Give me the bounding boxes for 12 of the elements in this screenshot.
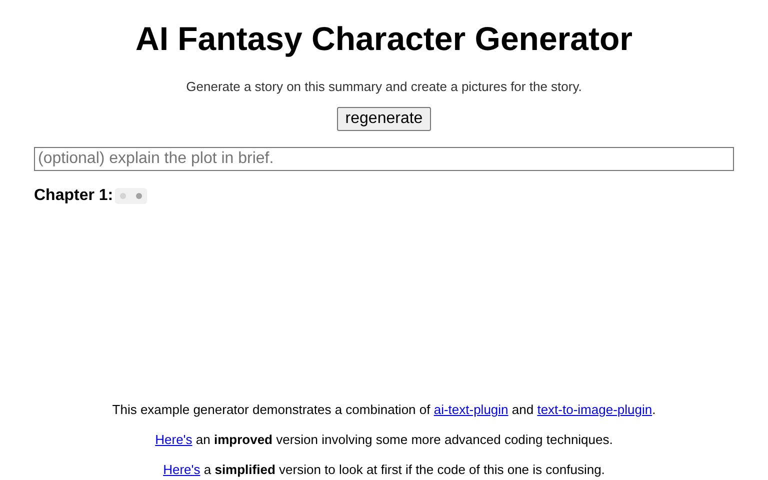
plot-input-field[interactable]: (optional) explain the plot in brief. bbox=[34, 147, 734, 171]
footer-link[interactable]: ai-text-plugin bbox=[434, 402, 508, 417]
chapter-heading: Chapter 1: bbox=[34, 186, 114, 206]
footer-link[interactable]: text-to-image-plugin bbox=[537, 402, 652, 417]
footer-note: This example generator demonstrates a combination of ai-text-plugin and text-to-image-plugin. bbox=[112, 402, 656, 418]
regenerate-button[interactable]: regenerate bbox=[337, 107, 431, 131]
page-title: AI Fantasy Character Generator bbox=[135, 19, 632, 59]
footer-note: Here's an improved version involving some more advanced coding techniques. bbox=[155, 432, 613, 448]
footer-note: Here's a simplified version to look at first if the code of this one is confusing. bbox=[163, 462, 605, 478]
subtitle: Generate a story on this summary and create a pictures for the story. bbox=[186, 79, 582, 95]
footer-link[interactable]: Here's bbox=[163, 462, 200, 477]
footer-link[interactable]: Here's bbox=[155, 432, 192, 447]
